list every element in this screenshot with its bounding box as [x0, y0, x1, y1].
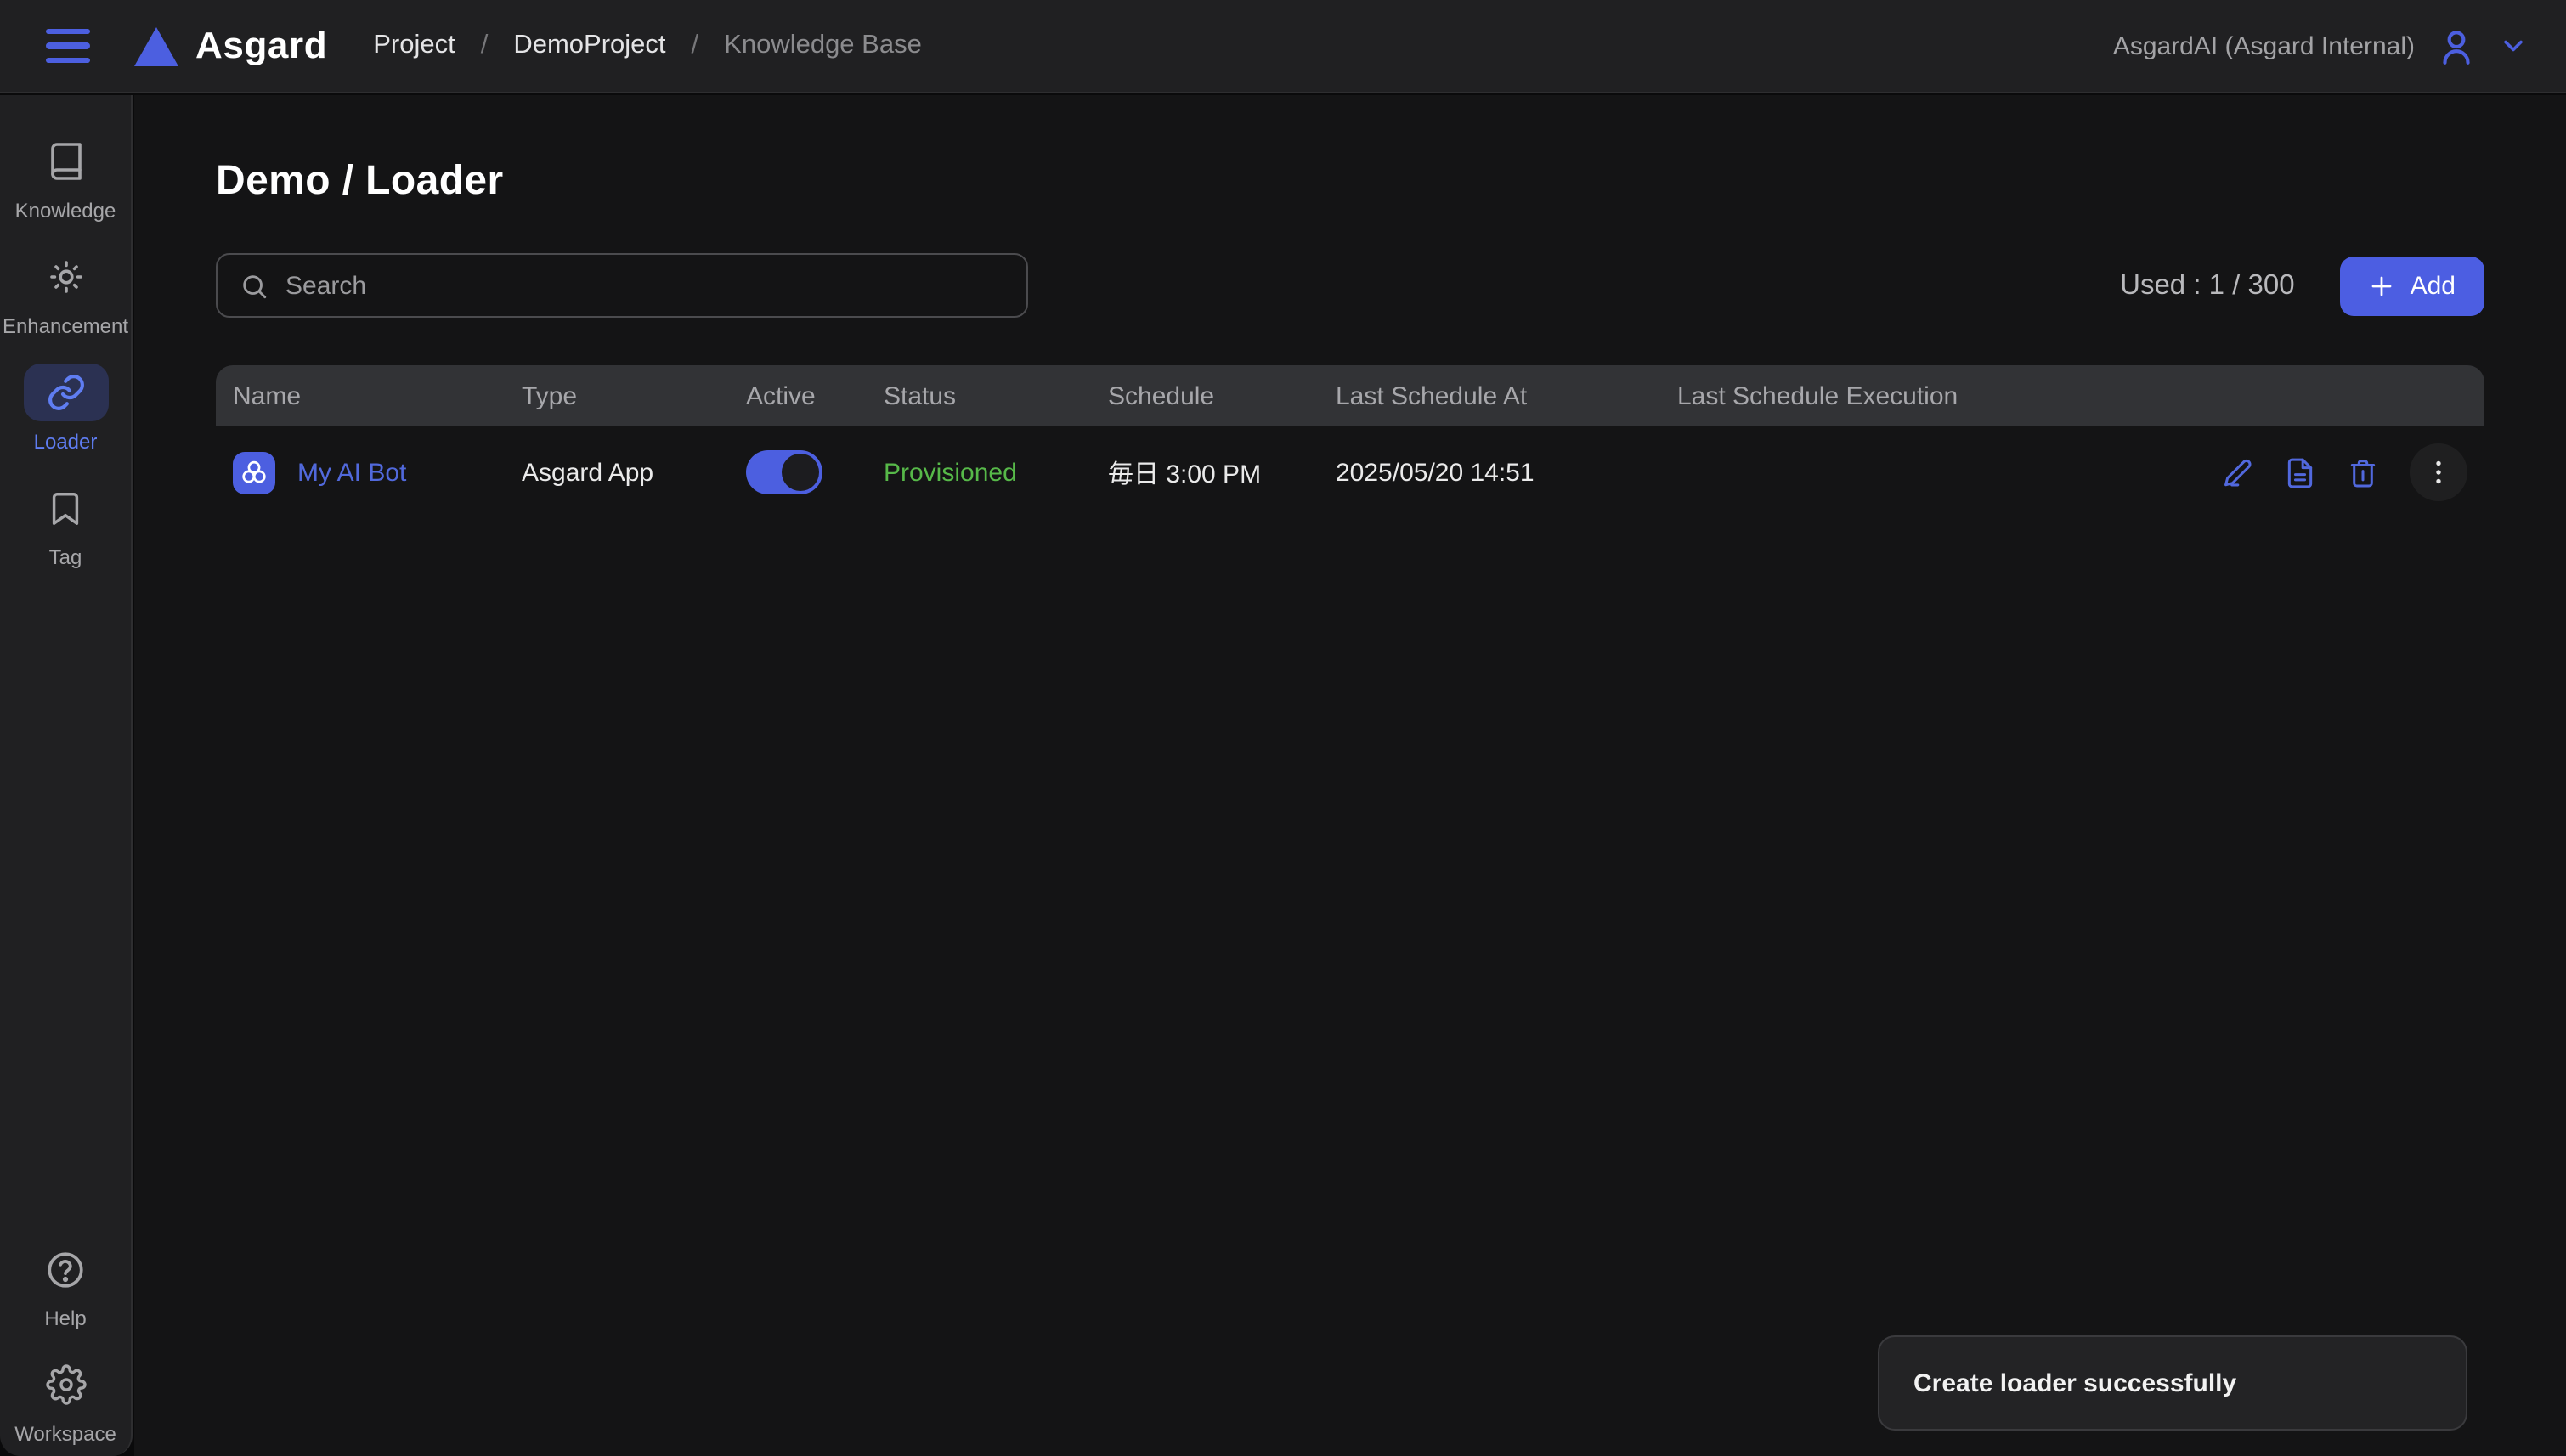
gear-icon [23, 1356, 108, 1414]
column-header-active: Active [746, 381, 884, 410]
logo-text: Asgard [195, 24, 327, 68]
menu-icon[interactable] [46, 29, 90, 63]
toast-message: Create loader successfully [1913, 1369, 2236, 1397]
sidebar-item-label: Workspace [14, 1422, 116, 1446]
loader-table: Name Type Active Status Schedule Last Sc… [216, 365, 2484, 518]
sidebar-item-label: Tag [49, 545, 82, 569]
schedule-cell: 毎日 3:00 PM [1108, 454, 1336, 490]
sidebar-item-label: Knowledge [15, 199, 116, 223]
sidebar-item-label: Loader [34, 430, 98, 454]
column-header-last-schedule-execution: Last Schedule Execution [1677, 381, 2213, 410]
sidebar-item-enhancement[interactable]: Enhancement [0, 248, 131, 338]
sidebar: Knowledge Enhancement Loa [0, 95, 133, 1456]
app-logo[interactable]: Asgard [134, 24, 327, 68]
breadcrumb-demoproject[interactable]: DemoProject [513, 31, 665, 61]
column-header-name: Name [233, 381, 522, 410]
chevron-down-icon[interactable] [2498, 31, 2529, 61]
toolbar: Used : 1 / 300 Add [216, 253, 2484, 318]
column-header-type: Type [522, 381, 746, 410]
sidebar-item-help[interactable]: Help [14, 1240, 116, 1330]
top-navbar: Asgard Project / DemoProject / Knowledge… [0, 0, 2566, 93]
sidebar-item-label: Enhancement [3, 314, 128, 338]
status-badge: Provisioned [884, 458, 1017, 487]
table-row: My AI Bot Asgard App Provisioned 毎日 3:00… [216, 426, 2484, 518]
loader-type-cell: Asgard App [522, 458, 746, 487]
column-header-schedule: Schedule [1108, 381, 1336, 410]
book-icon [23, 133, 108, 190]
document-icon[interactable] [2284, 456, 2316, 488]
toggle-knob [782, 454, 819, 491]
breadcrumb: Project / DemoProject / Knowledge Base [373, 31, 922, 61]
active-toggle[interactable] [746, 450, 822, 494]
loader-name-link[interactable]: My AI Bot [297, 458, 406, 487]
breadcrumb-knowledge-base: Knowledge Base [724, 31, 922, 61]
usage-counter: Used : 1 / 300 [2120, 269, 2294, 302]
sidebar-item-tag[interactable]: Tag [0, 479, 131, 569]
sidebar-item-knowledge[interactable]: Knowledge [0, 133, 131, 223]
kebab-menu-icon[interactable] [2410, 443, 2467, 501]
user-icon[interactable] [2435, 25, 2478, 67]
last-schedule-at-cell: 2025/05/20 14:51 [1336, 458, 1677, 487]
account-label: AsgardAI (Asgard Internal) [2113, 31, 2415, 60]
loader-app-icon [233, 451, 275, 494]
breadcrumb-separator: / [692, 31, 699, 61]
search-icon [240, 271, 268, 300]
add-button[interactable]: Add [2341, 256, 2484, 315]
help-icon [23, 1240, 108, 1298]
bookmark-icon [23, 479, 108, 537]
column-header-last-schedule-at: Last Schedule At [1336, 381, 1677, 410]
knot-icon [240, 458, 268, 487]
breadcrumb-project[interactable]: Project [373, 31, 455, 61]
table-header-row: Name Type Active Status Schedule Last Sc… [216, 365, 2484, 426]
page-title: Demo / Loader [216, 158, 2484, 206]
column-header-status: Status [884, 381, 1108, 410]
sidebar-item-workspace[interactable]: Workspace [14, 1356, 116, 1446]
link-icon [23, 364, 108, 421]
search-input[interactable] [285, 271, 1004, 300]
sidebar-item-loader[interactable]: Loader [0, 364, 131, 454]
search-box[interactable] [216, 253, 1028, 318]
app-root: Asgard Project / DemoProject / Knowledge… [0, 0, 2566, 1456]
sidebar-item-label: Help [44, 1306, 86, 1330]
toast-notification: Create loader successfully [1878, 1335, 2467, 1431]
edit-icon[interactable] [2221, 456, 2253, 488]
add-button-label: Add [2411, 271, 2456, 300]
row-actions [2213, 443, 2467, 501]
plus-icon [2370, 273, 2395, 298]
breadcrumb-separator: / [481, 31, 489, 61]
enhancement-icon [23, 248, 108, 306]
main-content: Demo / Loader Used : 1 / 300 Add [134, 95, 2566, 1456]
trash-icon[interactable] [2347, 456, 2379, 488]
logo-triangle-icon [134, 26, 178, 65]
